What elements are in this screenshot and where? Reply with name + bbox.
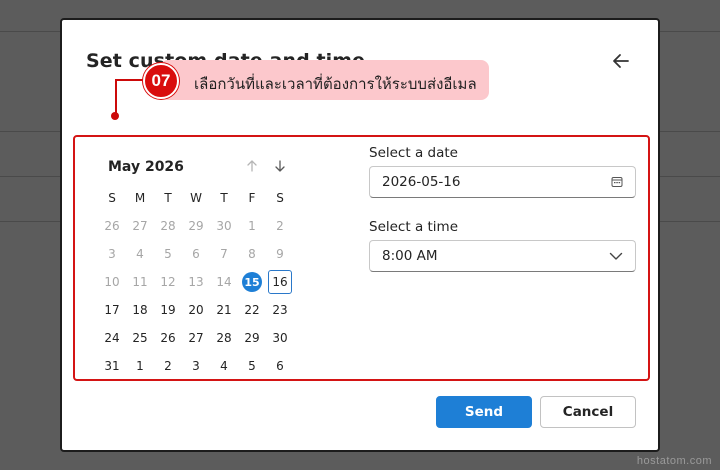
calendar-day[interactable]: 20 [182, 296, 210, 324]
time-select[interactable]: 8:00 AM [369, 240, 636, 272]
calendar-day[interactable]: 21 [210, 296, 238, 324]
calendar-day: 13 [188, 275, 204, 289]
calendar-day[interactable]: 1 [126, 352, 154, 380]
calendar-day[interactable]: 26 [154, 324, 182, 352]
calendar-day[interactable]: 5 [238, 352, 266, 380]
date-input[interactable]: 2026-05-16 [369, 166, 636, 198]
weekday-header: S [276, 191, 284, 205]
weekday-header: T [220, 191, 228, 205]
annotation-anchor-dot [111, 112, 119, 120]
date-value: 2026-05-16 [382, 174, 461, 190]
calendar-day: 7 [220, 247, 228, 261]
chevron-down-icon [609, 251, 623, 261]
calendar-day[interactable]: 19 [154, 296, 182, 324]
previous-month-button[interactable] [242, 157, 262, 175]
calendar-day[interactable]: 30 [266, 324, 294, 352]
calendar-day: 4 [136, 247, 144, 261]
calendar-day: 29 [188, 219, 204, 233]
calendar-day: 6 [192, 247, 200, 261]
back-button[interactable] [608, 48, 634, 74]
calendar-day: 12 [160, 275, 176, 289]
calendar-day-selected[interactable]: 16 [266, 268, 294, 296]
calendar-day-today[interactable]: 15 [238, 268, 266, 296]
annotation-step-badge: 07 [143, 63, 179, 99]
calendar-day: 1 [248, 219, 256, 233]
date-field-label: Select a date [369, 145, 458, 161]
calendar-day[interactable]: 18 [126, 296, 154, 324]
selected-day-marker: 16 [268, 270, 292, 294]
calendar-day[interactable]: 23 [266, 296, 294, 324]
today-marker: 15 [242, 272, 262, 292]
calendar-day: 14 [216, 275, 232, 289]
calendar-day: 8 [248, 247, 256, 261]
next-month-button[interactable] [270, 157, 290, 175]
calendar-day[interactable]: 4 [210, 352, 238, 380]
calendar-day[interactable]: 28 [210, 324, 238, 352]
annotation-text: เลือกวันที่และเวลาที่ต้องการให้ระบบส่งอี… [194, 75, 477, 93]
calendar-icon[interactable] [611, 176, 623, 188]
weekday-header: M [134, 191, 146, 205]
time-field-label: Select a time [369, 219, 459, 235]
calendar-day[interactable]: 3 [182, 352, 210, 380]
calendar-day: 26 [104, 219, 120, 233]
calendar-day[interactable]: 6 [266, 352, 294, 380]
calendar-grid: S M T W T F S 26 27 28 29 30 1 2 3 4 5 6… [98, 184, 294, 380]
calendar-day: 2 [276, 219, 284, 233]
arrow-up-icon [247, 160, 257, 172]
calendar-day[interactable]: 17 [98, 296, 126, 324]
calendar-day: 11 [132, 275, 148, 289]
send-button[interactable]: Send [436, 396, 532, 428]
calendar-month-label: May 2026 [108, 159, 184, 175]
arrow-left-icon [613, 54, 629, 68]
time-value: 8:00 AM [382, 248, 438, 264]
calendar-day[interactable]: 31 [98, 352, 126, 380]
calendar-day: 3 [108, 247, 116, 261]
calendar-day[interactable]: 29 [238, 324, 266, 352]
weekday-header: T [164, 191, 172, 205]
calendar-day[interactable]: 2 [154, 352, 182, 380]
calendar-day: 9 [276, 247, 284, 261]
calendar-day: 5 [164, 247, 172, 261]
calendar-day: 28 [160, 219, 176, 233]
calendar-day: 27 [132, 219, 148, 233]
calendar-day[interactable]: 25 [126, 324, 154, 352]
weekday-header: F [248, 191, 256, 205]
calendar-day[interactable]: 22 [238, 296, 266, 324]
cancel-button[interactable]: Cancel [540, 396, 636, 428]
calendar-day[interactable]: 24 [98, 324, 126, 352]
arrow-down-icon [275, 160, 285, 172]
watermark: hostatom.com [636, 455, 712, 467]
calendar-day: 30 [216, 219, 232, 233]
weekday-header: W [190, 191, 202, 205]
weekday-header: S [108, 191, 116, 205]
calendar-day[interactable]: 27 [182, 324, 210, 352]
calendar-day: 10 [104, 275, 120, 289]
